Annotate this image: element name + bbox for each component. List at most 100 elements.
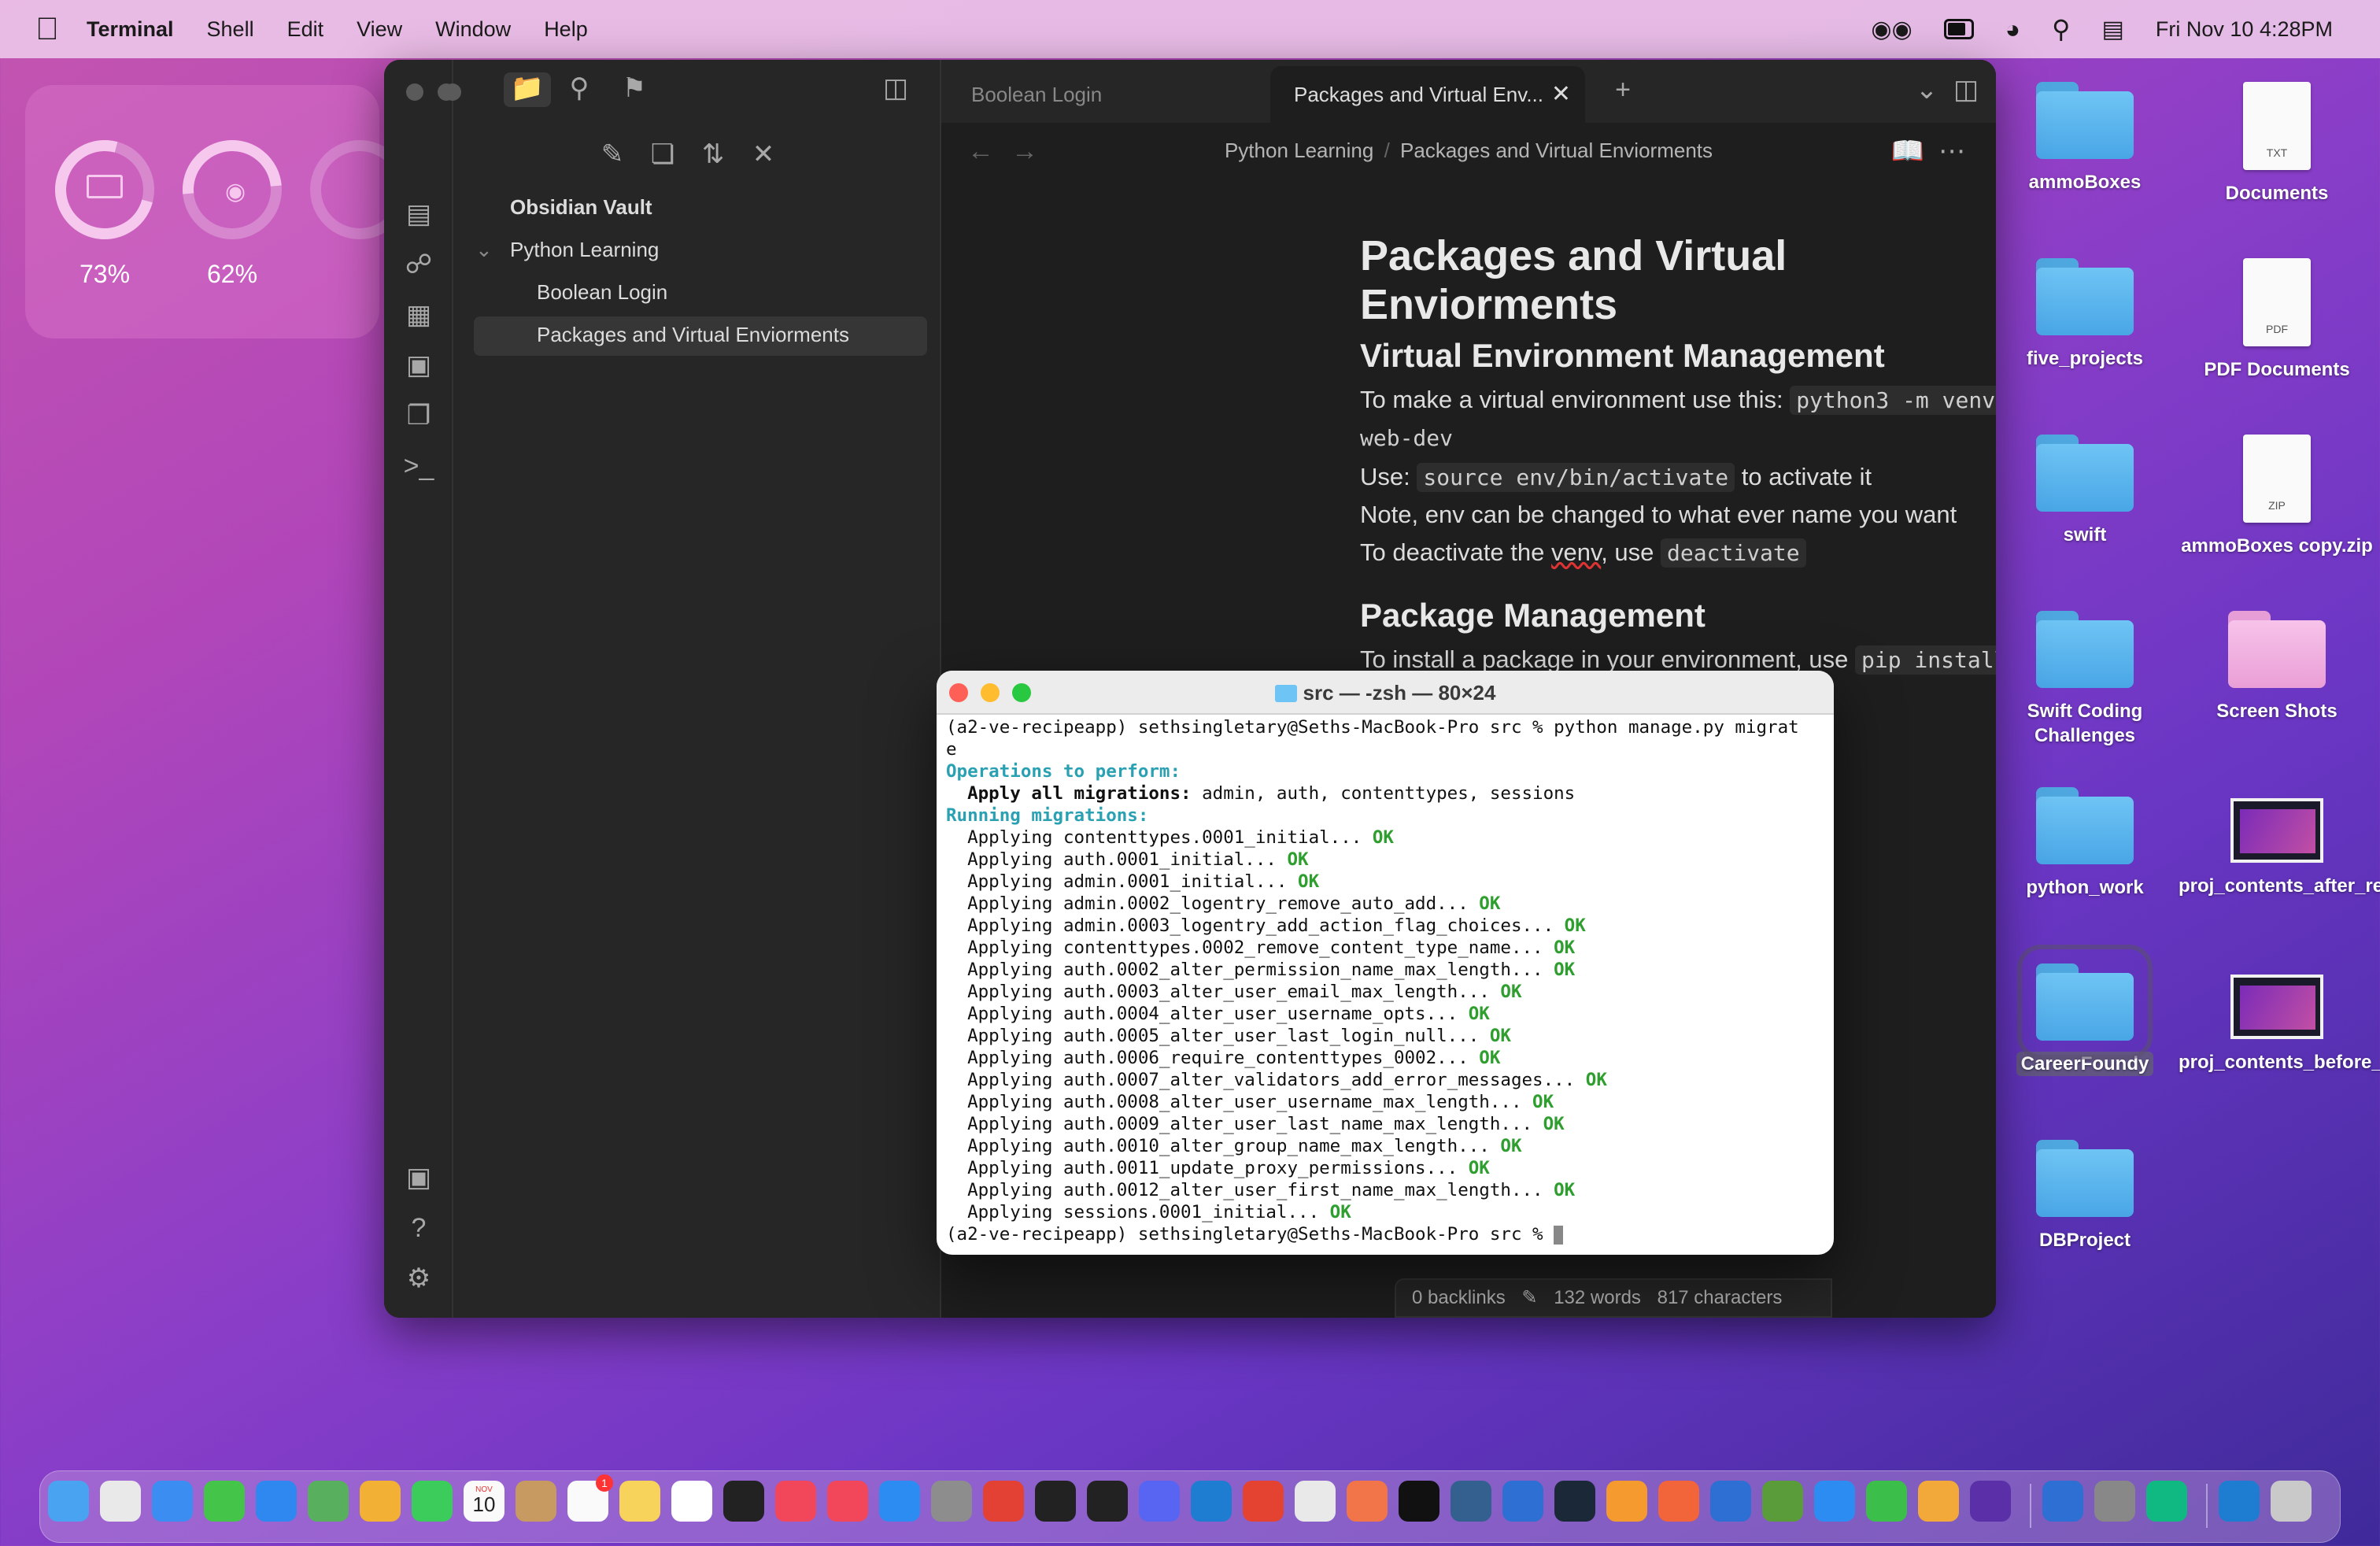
open-quick-switcher-icon[interactable]: ▤ — [401, 198, 436, 233]
dock-discord-icon[interactable] — [1139, 1481, 1180, 1522]
folder-python-learning[interactable]: Python Learning — [510, 238, 659, 262]
dock-calendar-icon[interactable]: 10 NOV — [464, 1481, 504, 1522]
settings-gear-icon[interactable]: ⚙ — [401, 1263, 436, 1297]
right-sidebar-toggle-icon[interactable]: ◫ — [1949, 74, 1983, 109]
new-folder-icon[interactable]: ❏ — [645, 139, 680, 173]
dock-messages-icon[interactable] — [204, 1481, 245, 1522]
dock-tv-icon[interactable] — [723, 1481, 764, 1522]
dock-books-icon[interactable] — [1606, 1481, 1647, 1522]
collapse-all-icon[interactable]: ✕ — [746, 139, 781, 173]
dock-cursor-icon[interactable] — [1399, 1481, 1439, 1522]
dock-todoist-icon[interactable] — [1243, 1481, 1284, 1522]
chevron-down-icon[interactable]: ⌄ — [475, 238, 493, 262]
dock-contacts-icon[interactable] — [516, 1481, 556, 1522]
bookmark-icon[interactable]: ⚑ — [617, 72, 652, 107]
dock-mail-icon[interactable] — [256, 1481, 297, 1522]
dock-launchpad-icon[interactable] — [100, 1481, 141, 1522]
dock-maps-icon[interactable] — [308, 1481, 349, 1522]
apple-menu-icon[interactable]:  — [30, 12, 65, 46]
desktop-item[interactable]: five_projects — [1986, 258, 2183, 371]
desktop-item[interactable]: TXT Documents — [2179, 82, 2375, 205]
menu-window[interactable]: Window — [435, 17, 511, 42]
zoom-button[interactable] — [444, 83, 461, 101]
search-icon[interactable]: ⚲ — [562, 72, 597, 107]
battery-icon[interactable] — [1943, 19, 1974, 39]
dock-pgadmin-icon[interactable] — [1451, 1481, 1491, 1522]
vault-switcher-icon[interactable]: ▣ — [401, 1162, 436, 1196]
menu-help[interactable]: Help — [544, 17, 588, 42]
dock-freeform-icon[interactable] — [671, 1481, 712, 1522]
menu-clock[interactable]: Fri Nov 10 4:28PM — [2156, 17, 2333, 42]
new-tab-icon[interactable]: + — [1606, 74, 1640, 109]
desktop-item[interactable]: swift — [1986, 435, 2183, 547]
desktop-item[interactable]: proj_contents_after_renaming — [2179, 787, 2380, 898]
file-packages-virtual[interactable]: Packages and Virtual Enviorments — [537, 323, 849, 347]
dock-safari-icon[interactable] — [152, 1481, 193, 1522]
daily-note-icon[interactable]: ▣ — [401, 350, 436, 384]
dock-notes-icon[interactable] — [619, 1481, 660, 1522]
dock-minecraft-icon[interactable] — [1762, 1481, 1803, 1522]
dock-xcode2-icon[interactable] — [2042, 1481, 2083, 1522]
terminal-output[interactable]: (a2-ve-recipeapp) sethsinglet​ary@Seths-… — [946, 716, 1828, 1252]
desktop-item[interactable]: python_work — [1986, 787, 2183, 900]
pencil-icon[interactable]: ✎ — [1521, 1287, 1537, 1308]
dock-terminal-icon[interactable] — [1087, 1481, 1128, 1522]
dock-grammarly-icon[interactable] — [2146, 1481, 2187, 1522]
desktop-item[interactable]: Screen Shots — [2179, 611, 2375, 723]
dock-photos-icon[interactable] — [360, 1481, 401, 1522]
dock-system-settings-icon[interactable] — [931, 1481, 972, 1522]
breadcrumb-file[interactable]: Packages and Virtual Enviorments — [1400, 139, 1713, 162]
control-center-icon[interactable]: ▤ — [2102, 16, 2124, 43]
dock-vscode-icon[interactable] — [1191, 1481, 1232, 1522]
desktop-item[interactable]: proj_contents_before_renaming — [2179, 963, 2380, 1074]
dock-finder-tools-icon[interactable] — [2094, 1481, 2135, 1522]
dock-trash-icon[interactable] — [2271, 1481, 2312, 1522]
tab-close-icon[interactable]: ✕ — [1551, 66, 1571, 123]
desktop-item[interactable]: ammoBoxes — [1986, 82, 2183, 194]
dock-xcode-instruments-icon[interactable] — [1502, 1481, 1543, 1522]
dock-swift-icon[interactable] — [1658, 1481, 1699, 1522]
tab-packages-virtual[interactable]: Packages and Virtual Env... ✕ — [1270, 66, 1585, 123]
dock-pages-icon[interactable] — [1918, 1481, 1959, 1522]
sort-icon[interactable]: ⇅ — [696, 139, 730, 173]
reading-view-icon[interactable]: 📖 — [1890, 135, 1925, 170]
breadcrumb-folder[interactable]: Python Learning — [1225, 139, 1373, 162]
dock-slack-icon[interactable] — [1295, 1481, 1336, 1522]
dock-facetime-icon[interactable] — [412, 1481, 453, 1522]
dock-github-icon[interactable] — [1035, 1481, 1076, 1522]
dock-chrome-icon[interactable] — [983, 1481, 1024, 1522]
dock-vscode2-icon[interactable] — [2219, 1481, 2260, 1522]
status-backlinks[interactable]: 0 backlinks — [1412, 1287, 1506, 1308]
close-button[interactable] — [406, 83, 423, 101]
canvas-icon[interactable]: ▦ — [401, 299, 436, 334]
menu-view[interactable]: View — [357, 17, 402, 42]
search-icon[interactable]: ⚲ — [2052, 14, 2070, 44]
airpods-icon[interactable]: ◉◉ — [1871, 16, 1912, 43]
tab-boolean-login[interactable]: Boolean Login — [948, 60, 1278, 123]
new-note-icon[interactable]: ✎ — [595, 139, 630, 173]
desktop-item[interactable]: DBProject — [1986, 1140, 2183, 1252]
dock-news-icon[interactable] — [827, 1481, 868, 1522]
wifi-icon[interactable]: ◕ — [2005, 15, 2020, 44]
help-icon[interactable]: ? — [401, 1212, 436, 1247]
desktop-item[interactable]: PDF PDF Documents — [2179, 258, 2375, 382]
desktop-item[interactable]: CareerFoundy — [1986, 945, 2183, 1076]
command-palette-icon[interactable]: >_ — [401, 450, 436, 485]
dock-app-store-icon[interactable] — [879, 1481, 920, 1522]
dock-xcode-icon[interactable] — [1710, 1481, 1751, 1522]
more-options-icon[interactable]: ⋯ — [1935, 135, 1969, 170]
dock-reminders-icon[interactable]: 1 — [567, 1474, 613, 1522]
templates-icon[interactable]: ❐ — [401, 400, 436, 435]
dock-translate-icon[interactable] — [1814, 1481, 1855, 1522]
vault-name[interactable]: Obsidian Vault — [510, 195, 652, 220]
dock-swift-playgrounds-icon[interactable] — [1347, 1481, 1388, 1522]
desktop-item[interactable]: Swift Coding Challenges — [1986, 611, 2183, 748]
menu-app-terminal[interactable]: Terminal — [87, 17, 174, 42]
folder-icon[interactable]: 📁 — [504, 72, 551, 107]
dock-numbers-icon[interactable] — [1866, 1481, 1907, 1522]
file-boolean-login[interactable]: Boolean Login — [537, 280, 667, 305]
dock-music-icon[interactable] — [775, 1481, 816, 1522]
dock-finder-icon[interactable] — [48, 1481, 89, 1522]
menu-shell[interactable]: Shell — [207, 17, 254, 42]
menu-edit[interactable]: Edit — [287, 17, 324, 42]
